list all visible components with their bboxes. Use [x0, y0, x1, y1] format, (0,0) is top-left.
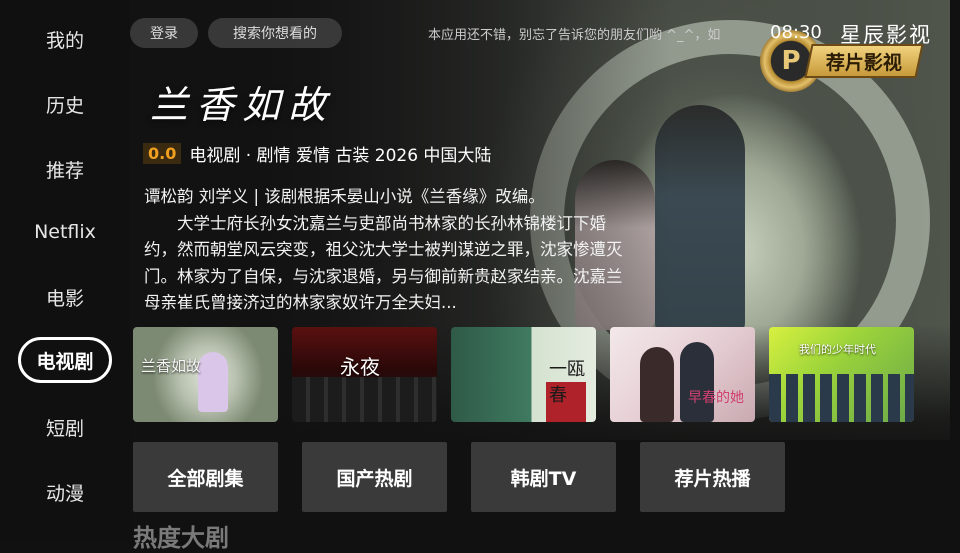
- featured-meta: 电视剧 · 剧情 爱情 古装 2026 中国大陆: [189, 145, 492, 166]
- thumbnail-card[interactable]: 一瓯春: [451, 327, 596, 422]
- announcement-text: 本应用还不错，别忘了告诉您的朋友们哟 ^_^，如: [428, 28, 721, 43]
- sidebar-item-recommend[interactable]: 推荐: [18, 146, 112, 192]
- category-all-series-button[interactable]: 全部剧集: [133, 442, 278, 512]
- sidebar-item-netflix[interactable]: Netflix: [18, 209, 112, 255]
- sidebar-item-history[interactable]: 历史: [18, 81, 112, 127]
- login-button[interactable]: 登录: [130, 18, 198, 48]
- sidebar-item-tv-series[interactable]: 电视剧: [18, 337, 112, 383]
- category-recommended-hot-button[interactable]: 荐片热播: [640, 442, 785, 512]
- category-korean-tv-button[interactable]: 韩剧TV: [471, 442, 616, 512]
- thumbnail-title: 我们的少年时代: [799, 343, 876, 356]
- sidebar-item-movies[interactable]: 电影: [18, 274, 112, 320]
- sidebar-item-mine[interactable]: 我的: [18, 16, 112, 62]
- sidebar-item-short-drama[interactable]: 短剧: [18, 404, 112, 450]
- thumbnail-figure: [292, 377, 437, 422]
- thumbnail-figure: [198, 352, 228, 412]
- thumbnail-card[interactable]: 永夜: [292, 327, 437, 422]
- sidebar-nav: 我的 历史 推荐 Netflix 电影 电视剧 短剧 动漫: [0, 0, 130, 540]
- thumbnail-title: 兰香如故: [141, 357, 202, 375]
- thumbnail-title: 一瓯春: [549, 359, 585, 406]
- announcement-marquee: 本应用还不错，别忘了告诉您的朋友们哟 ^_^，如: [428, 24, 758, 46]
- thumbnail-card[interactable]: 我们的少年时代: [769, 327, 914, 422]
- app-name: 星辰影视: [840, 23, 932, 47]
- featured-synopsis: 大学士府长孙女沈嘉兰与吏部尚书林家的长孙林锦楼订下婚约，然而朝堂风云突变，祖父沈…: [144, 213, 623, 313]
- logo-plate: 荐片影视: [804, 44, 924, 78]
- featured-cast: 谭松韵 刘学义 | 该剧根据禾晏山小说《兰香缘》改编。: [144, 187, 545, 206]
- thumbnail-figure: [769, 374, 914, 422]
- category-domestic-hot-button[interactable]: 国产热剧: [302, 442, 447, 512]
- thumbnail-title: 早春的她: [688, 390, 744, 406]
- featured-meta-row: 0.0 电视剧 · 剧情 爱情 古装 2026 中国大陆: [143, 141, 492, 166]
- search-button[interactable]: 搜索你想看的: [208, 18, 342, 48]
- thumbnail-card[interactable]: 早春的她: [610, 327, 755, 422]
- thumbnail-figure: [640, 347, 674, 422]
- thumbnail-figure: [680, 342, 714, 422]
- clock: 08:30: [770, 22, 822, 43]
- logo-letter: P: [781, 46, 801, 76]
- rating-badge: 0.0: [143, 142, 182, 164]
- sidebar-item-anime[interactable]: 动漫: [18, 469, 112, 515]
- thumbnail-card[interactable]: 兰香如故: [133, 327, 278, 422]
- right-edge-mask: [950, 0, 960, 540]
- featured-description: 谭松韵 刘学义 | 该剧根据禾晏山小说《兰香缘》改编。 大学士府长孙女沈嘉兰与吏…: [144, 184, 634, 317]
- logo-text: 荐片影视: [825, 51, 902, 74]
- featured-title: 兰香如故: [150, 83, 335, 127]
- section-title: 热度大剧: [133, 524, 229, 552]
- thumbnail-title: 永夜: [340, 355, 380, 379]
